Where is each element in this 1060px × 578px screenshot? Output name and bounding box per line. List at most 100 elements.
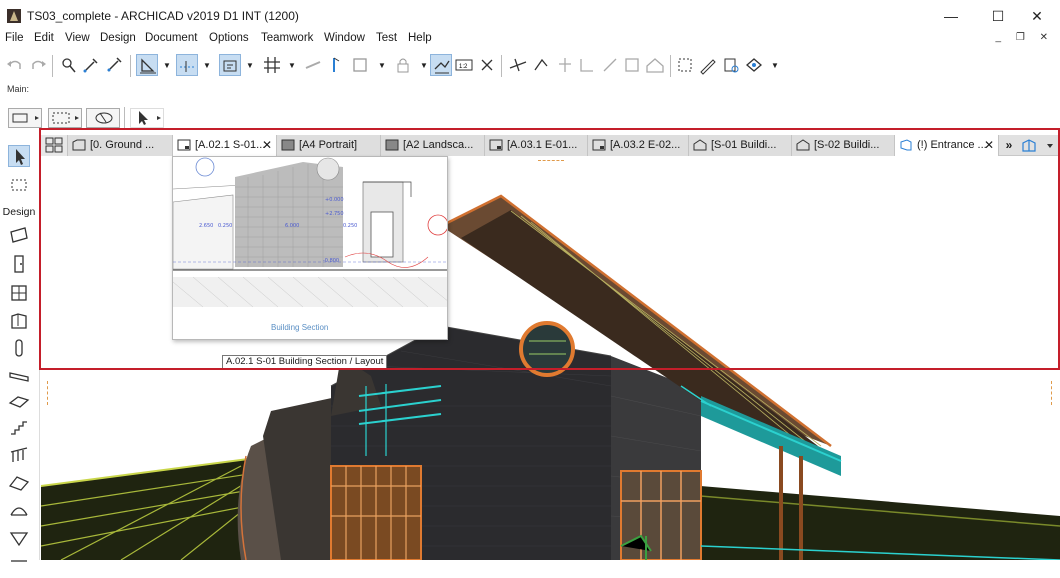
pencil-icon[interactable] [697,54,719,76]
resize-icon[interactable] [621,54,643,76]
slab-tool-icon[interactable] [8,391,30,413]
3d-view-icon[interactable] [743,54,765,76]
snap-guides-icon[interactable] [176,54,198,76]
chevron-down-icon[interactable]: ▼ [378,61,386,70]
tab-layout-a032[interactable]: [A.03.2 E-02... [588,135,689,156]
chevron-down-icon[interactable]: ▼ [771,61,779,70]
tab-overflow-icon[interactable]: » [1001,135,1017,156]
morph-tool-icon[interactable] [8,527,30,549]
fillet-icon[interactable] [576,54,598,76]
dim-label: 0.250 [218,223,232,229]
arrow-selection-method-button[interactable] [8,108,42,128]
chevron-down-icon[interactable]: ▼ [203,61,211,70]
undo-icon[interactable] [4,54,26,76]
railing-tool-icon[interactable] [8,444,30,466]
3d-document-icon[interactable] [720,54,742,76]
tab-label: [S-01 Buildi... [711,139,777,151]
scale-icon[interactable]: 1:2 [453,54,475,76]
tab-tooltip: A.02.1 S-01 Building Section / Layout [222,355,388,369]
menu-edit[interactable]: Edit [34,32,54,44]
menu-test[interactable]: Test [376,32,397,44]
magic-wand-icon[interactable] [325,54,347,76]
window-tool-icon[interactable] [8,282,30,304]
chevron-down-icon[interactable]: ▼ [163,61,171,70]
info-box-bar: Main: [0,81,1060,129]
door-tool-icon[interactable] [8,253,30,275]
offset-icon[interactable] [599,54,621,76]
grid-overview-icon [45,137,63,153]
navigator-icon [1022,139,1053,152]
menu-design[interactable]: Design [100,32,136,44]
intersect-icon[interactable] [554,54,576,76]
tab-label: [A4 Portrait] [299,139,358,151]
minimize-button[interactable]: — [928,4,974,28]
arrow-tool-button[interactable] [130,108,164,128]
mesh-tool-icon[interactable] [8,553,30,575]
archicad-logo-icon [7,9,21,23]
marquee-method-button[interactable] [48,108,82,128]
close-window-button[interactable]: ✕ [1014,4,1060,28]
menu-teamwork[interactable]: Teamwork [261,32,313,44]
tab-ground-floor[interactable]: [0. Ground ... [68,135,173,156]
menu-options[interactable]: Options [209,32,249,44]
main-label: Main: [7,84,30,94]
arrow-tool-icon[interactable] [8,145,30,167]
layout-icon [177,139,191,151]
chevron-down-icon[interactable]: ▼ [246,61,254,70]
eyedropper-icon[interactable] [80,54,102,76]
menu-help[interactable]: Help [408,32,432,44]
suspend-groups-icon[interactable] [219,54,241,76]
marquee-tool-icon[interactable] [8,174,30,196]
navigator-dropdown-button[interactable] [1019,137,1059,154]
tab-section-s01[interactable]: [S-01 Buildi... [689,135,792,156]
menu-window[interactable]: Window [324,32,365,44]
tab-layout-a031[interactable]: [A.03.1 E-01... [485,135,588,156]
tab-entrance-3d[interactable]: (!) Entrance ... ✕ [895,135,999,156]
cross-icon[interactable] [476,54,498,76]
shell-tool-icon[interactable] [8,499,30,521]
skylight-tool-icon[interactable] [8,310,30,332]
section-drawing-thumbnail: 2.650 0.250 6.000 0.250 +2.750 +0.000 -0… [173,157,447,308]
tab-label: (!) Entrance ... [917,139,987,151]
tab-a2-landscape[interactable]: [A2 Landsca... [381,135,485,156]
grid-snap-icon[interactable] [261,54,283,76]
document-window-controls[interactable]: _ ❐ ✕ [996,32,1054,43]
edit-selection-icon[interactable] [674,54,696,76]
menu-document[interactable]: Document [145,32,197,44]
toolbar-separator [52,55,53,77]
tab-close-icon[interactable]: ✕ [262,135,272,156]
tab-section-s02[interactable]: [S-02 Buildi... [792,135,895,156]
tab-label: [0. Ground ... [90,139,155,151]
layers-icon[interactable] [349,54,371,76]
canvas-top-resize-handle[interactable] [538,160,564,163]
tab-overview-button[interactable] [41,135,68,156]
syringe-icon[interactable] [103,54,125,76]
selection-info-icon[interactable] [430,54,452,76]
beam-tool-icon[interactable] [8,365,30,387]
column-tool-icon[interactable] [8,337,30,359]
trace-icon[interactable] [302,54,324,76]
split-icon[interactable] [507,54,529,76]
redo-icon[interactable] [27,54,49,76]
quick-selection-icon [95,112,113,124]
roof-icon[interactable] [644,54,666,76]
tab-close-icon[interactable]: ✕ [984,135,994,156]
wall-tool-icon[interactable] [8,224,30,246]
gravity-icon[interactable] [136,54,158,76]
tab-label: [A.02.1 S-01... [195,139,266,151]
quick-selection-button[interactable] [86,108,120,128]
roof-tool-icon[interactable] [8,472,30,494]
lock-icon[interactable] [392,54,414,76]
chevron-down-icon[interactable]: ▼ [288,61,296,70]
stair-tool-icon[interactable] [8,418,30,440]
menu-file[interactable]: File [5,32,24,44]
canvas-right-resize-handle[interactable] [1051,381,1054,405]
window-title: TS03_complete - ARCHICAD v2019 D1 INT (1… [27,9,299,23]
chevron-down-icon[interactable]: ▼ [420,61,428,70]
pet-palette-icon[interactable] [57,54,79,76]
tab-layout-a021[interactable]: [A.02.1 S-01... ✕ [173,135,277,156]
menu-view[interactable]: View [65,32,90,44]
tab-a4-portrait[interactable]: [A4 Portrait] [277,135,381,156]
canvas-left-resize-handle[interactable] [47,381,50,405]
adjust-icon[interactable] [530,54,552,76]
